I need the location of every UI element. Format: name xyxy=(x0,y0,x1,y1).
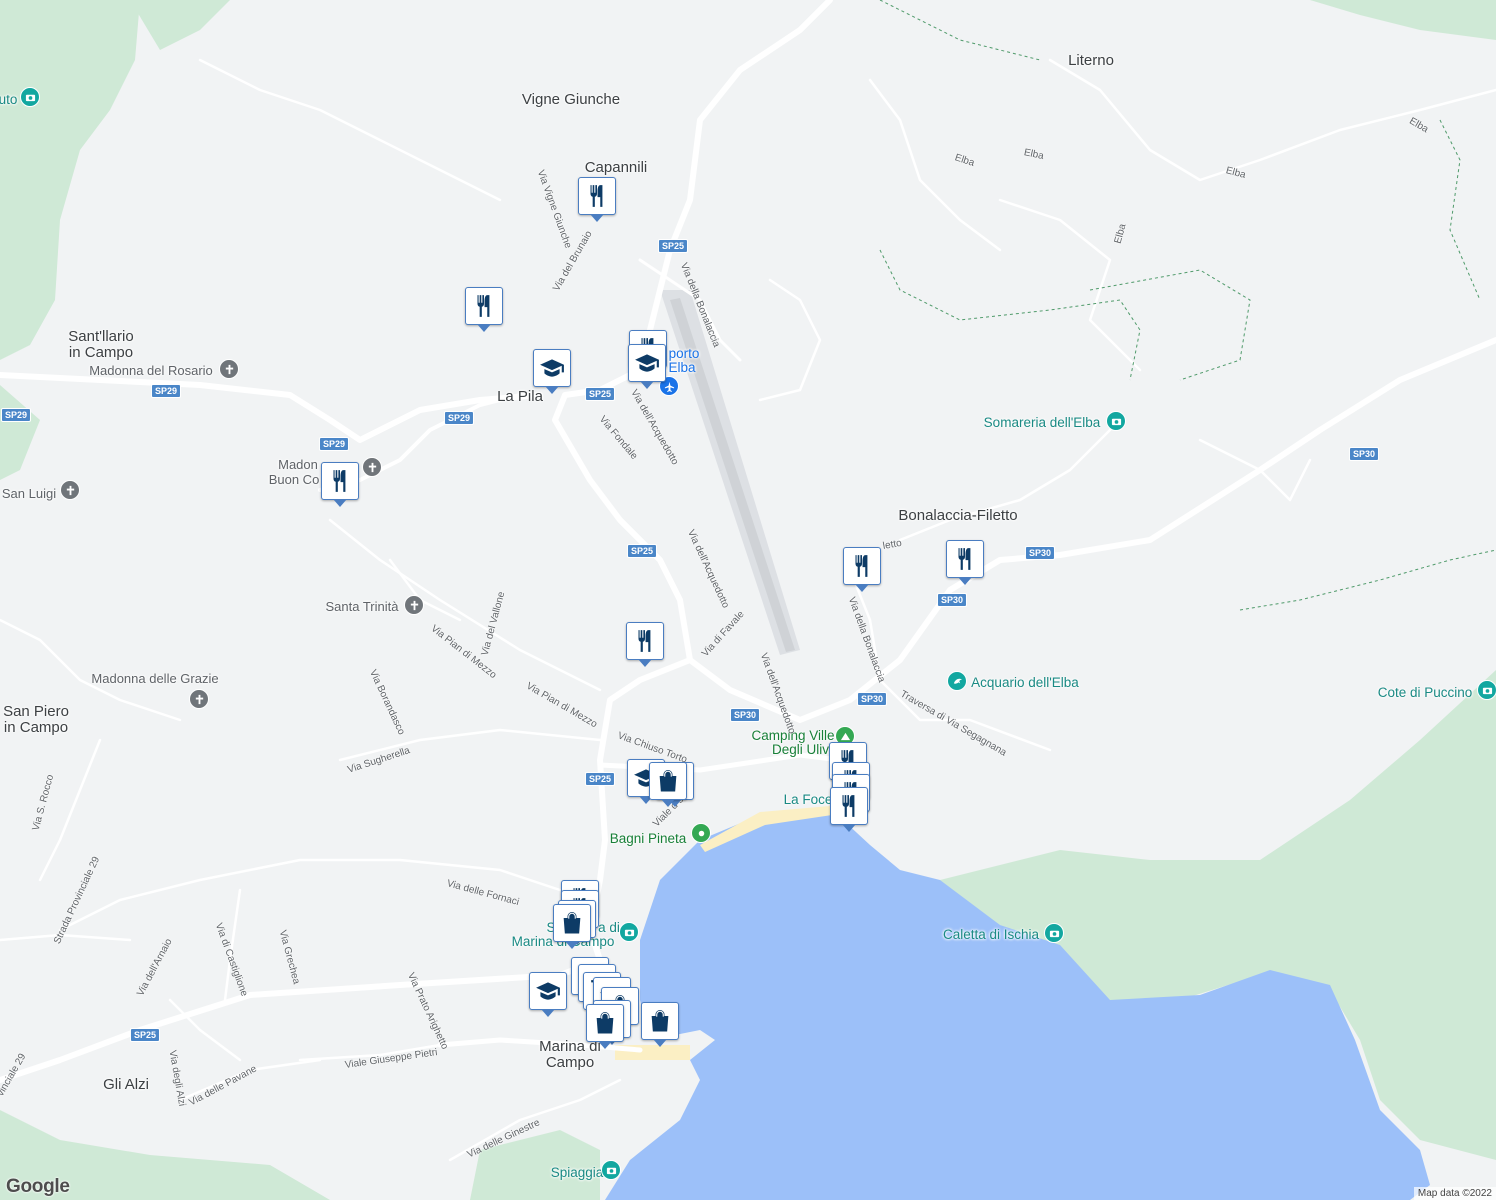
restaurant-icon xyxy=(836,793,862,819)
poi-la-foce: La Foce xyxy=(783,792,833,807)
place-vigne-giunche: Vigne Giunche xyxy=(521,91,621,108)
shopping-bag-marker[interactable] xyxy=(553,904,591,949)
poi-santa-trinita: Santa Trinità xyxy=(325,599,399,614)
shield-sp25: SP25 xyxy=(584,387,616,401)
place-marina-2: Campo xyxy=(545,1054,595,1071)
poi-acquario: Acquario dell'Elba xyxy=(971,675,1079,690)
shield-sp25: SP25 xyxy=(584,772,616,786)
shield-sp29: SP29 xyxy=(443,411,475,425)
restaurant-icon xyxy=(327,468,353,494)
poi-caletta: Caletta di Ischia xyxy=(942,927,1040,942)
church-icon[interactable] xyxy=(404,595,424,615)
place-bonalaccia: Bonalaccia-Filetto xyxy=(898,507,1018,524)
map-canvas[interactable]: Literno Vigne Giunche Capannili Sant'lla… xyxy=(0,0,1496,1200)
place-la-pila: La Pila xyxy=(497,388,543,405)
place-gli-alzi: Gli Alzi xyxy=(103,1076,149,1093)
place-capannili: Capannili xyxy=(584,159,648,176)
church-icon[interactable] xyxy=(189,689,209,709)
restaurant-icon xyxy=(632,628,658,654)
poi-camping-2: Degli Ulivi xyxy=(771,742,833,757)
pin-icon[interactable] xyxy=(691,823,711,843)
shield-sp30: SP30 xyxy=(936,593,968,607)
shopping-bag-icon xyxy=(655,768,681,794)
shield-sp30: SP30 xyxy=(1348,447,1380,461)
restaurant-marker[interactable] xyxy=(830,787,868,832)
restaurant-icon xyxy=(952,546,978,572)
place-santllario-2: in Campo xyxy=(68,344,134,361)
place-santllario: Sant'llario xyxy=(68,328,134,345)
restaurant-marker[interactable] xyxy=(321,462,359,507)
restaurant-icon xyxy=(584,183,610,209)
camera-icon[interactable] xyxy=(1044,923,1064,943)
poi-san-luigi: San Luigi xyxy=(1,486,57,501)
restaurant-marker[interactable] xyxy=(626,622,664,667)
place-aeroporto-2: Elba xyxy=(668,360,696,375)
shield-sp30: SP30 xyxy=(729,708,761,722)
restaurant-marker[interactable] xyxy=(843,547,881,592)
poi-somareria: Somareria dell'Elba xyxy=(983,415,1101,430)
dolphin-icon[interactable] xyxy=(947,671,967,691)
poi-bagni-pineta: Bagni Pineta xyxy=(609,831,687,846)
school-icon xyxy=(539,355,565,381)
restaurant-icon xyxy=(471,293,497,319)
camera-icon[interactable] xyxy=(1477,680,1496,700)
poi-madonna-grazie: Madonna delle Grazie xyxy=(91,671,219,686)
camera-icon[interactable] xyxy=(1106,411,1126,431)
church-icon[interactable] xyxy=(60,480,80,500)
shield-sp29: SP29 xyxy=(0,408,32,422)
church-icon[interactable] xyxy=(219,359,239,379)
shopping-bag-marker[interactable] xyxy=(586,1004,624,1049)
church-icon[interactable] xyxy=(362,457,382,477)
shopping-bag-icon xyxy=(559,910,585,936)
restaurant-icon xyxy=(849,553,875,579)
restaurant-marker[interactable] xyxy=(465,287,503,332)
school-icon xyxy=(535,978,561,1004)
poi-cote-puccino: Cote di Puccino xyxy=(1377,685,1473,700)
restaurant-marker[interactable] xyxy=(578,177,616,222)
camera-icon[interactable] xyxy=(619,922,639,942)
poi-madonna-buon-2: Buon Co xyxy=(268,472,320,487)
poi-left-edge: uto xyxy=(0,92,18,107)
restaurant-marker[interactable] xyxy=(946,540,984,585)
poi-madonna-rosario: Madonna del Rosario xyxy=(89,363,213,378)
shopping-bag-marker[interactable] xyxy=(641,1002,679,1047)
school-marker[interactable] xyxy=(533,349,571,394)
shield-sp30: SP30 xyxy=(1024,546,1056,560)
place-literno: Literno xyxy=(1068,52,1114,69)
school-marker[interactable] xyxy=(529,972,567,1017)
shield-sp30: SP30 xyxy=(856,692,888,706)
map-attribution[interactable]: Map data ©2022 xyxy=(1413,1187,1496,1200)
shopping-bag-marker[interactable] xyxy=(649,762,687,807)
shield-sp29: SP29 xyxy=(318,437,350,451)
camera-icon[interactable] xyxy=(601,1160,621,1180)
shield-sp25: SP25 xyxy=(657,239,689,253)
poi-spiaggia: Spiaggia xyxy=(550,1165,604,1180)
place-san-piero-2: in Campo xyxy=(3,719,69,736)
school-icon xyxy=(634,350,660,376)
shield-sp29: SP29 xyxy=(150,384,182,398)
shopping-bag-icon xyxy=(592,1010,618,1036)
shield-sp25: SP25 xyxy=(129,1028,161,1042)
poi-madonna-buon: Madon xyxy=(278,457,318,472)
shield-sp25: SP25 xyxy=(626,544,658,558)
place-san-piero: San Piero xyxy=(3,703,69,720)
shopping-bag-icon xyxy=(647,1008,673,1034)
school-marker[interactable] xyxy=(628,344,666,389)
map-base xyxy=(0,0,1496,1200)
google-logo: Google xyxy=(6,1176,70,1197)
camera-icon[interactable] xyxy=(20,87,40,107)
